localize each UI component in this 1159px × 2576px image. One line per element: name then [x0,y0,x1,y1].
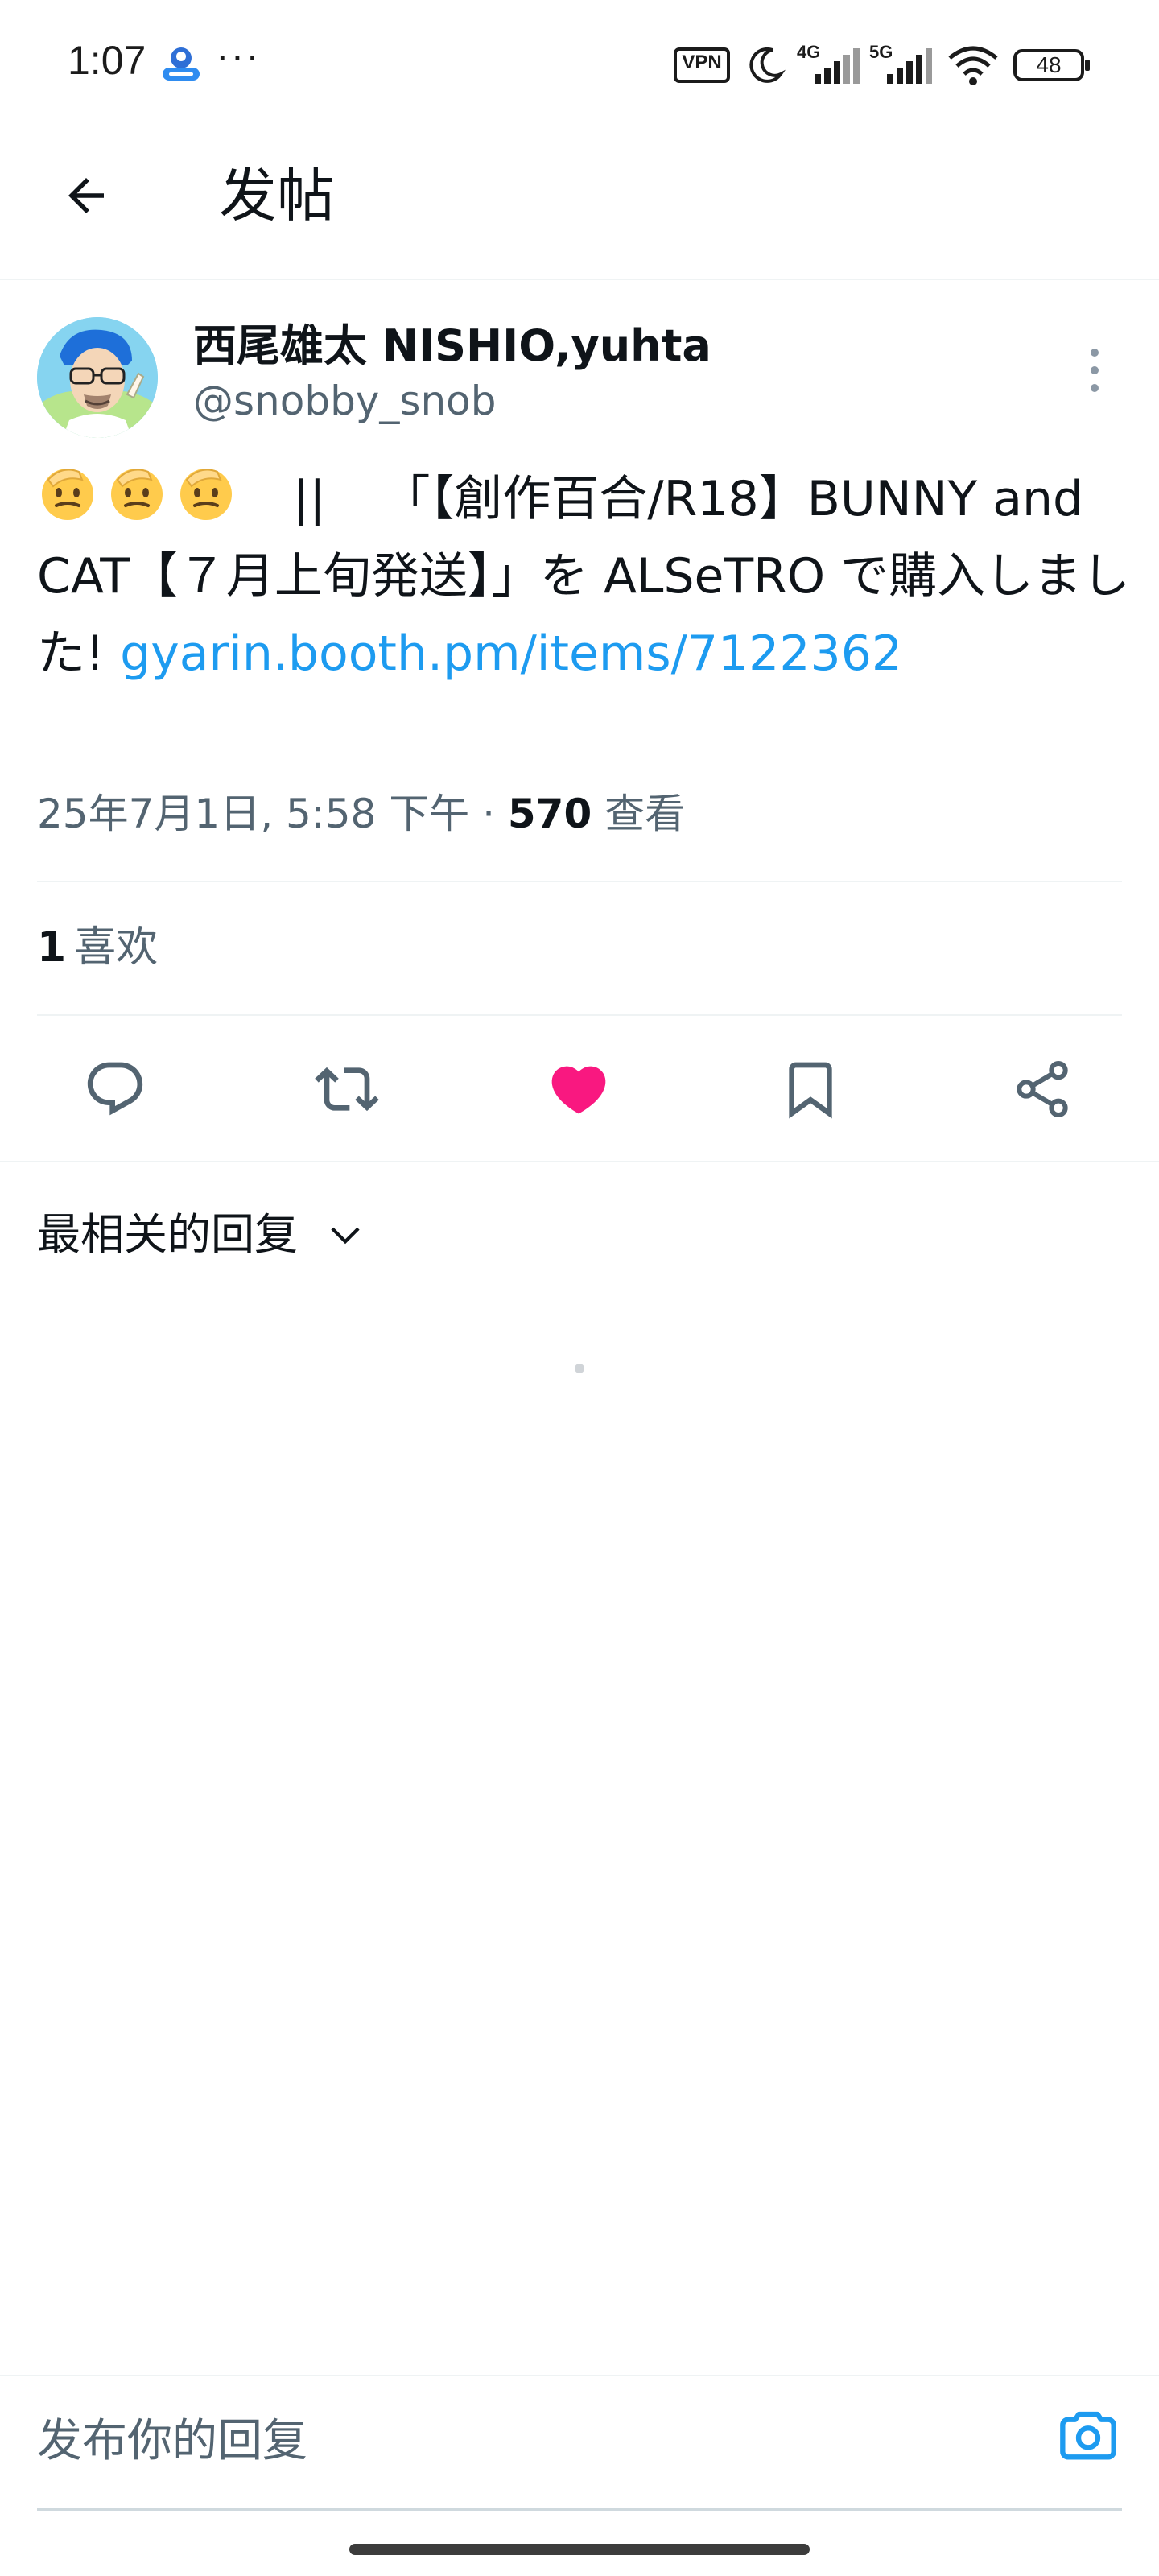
saluting-face-emoji [42,469,93,520]
cloud-app-icon [163,47,200,80]
do-not-disturb-icon [749,47,782,83]
battery-level: 48 [1036,52,1062,77]
avatar[interactable] [37,317,158,438]
saluting-face-emoji [180,469,232,520]
wifi-icon [948,46,998,85]
likes-label: 喜欢 [74,923,159,972]
likes-count: 1 [37,923,67,972]
signal-5g-icon: 5G [869,42,934,89]
action-bar [0,1016,1159,1161]
more-dot [1091,384,1099,392]
loading-indicator [575,1364,584,1373]
reply-input[interactable] [37,2401,987,2481]
more-dot [1091,349,1099,357]
views-label: 查看 [592,791,686,837]
camera-icon [1060,2411,1116,2460]
battery-icon: 48 [1013,42,1093,89]
status-bar: 1:07 ··· VPN 4G 5G 48 [0,0,1159,129]
author-name[interactable]: 西尾雄太 NISHIO,yuhta [193,320,711,372]
vpn-label: VPN [682,52,722,73]
saluting-face-emoji [111,469,163,520]
bookmark-icon [789,1062,832,1119]
more-dot [1091,366,1099,374]
author-handle[interactable]: @snobby_snob [193,375,496,427]
arrow-left-icon [68,178,104,213]
vpn-badge: VPN [673,42,731,89]
camera-button[interactable] [1054,2401,1122,2468]
more-options-button[interactable] [1079,338,1111,402]
reply-bar [0,2375,1159,2505]
divider [37,881,1122,882]
views-count[interactable]: 570 [508,791,592,837]
reply-icon [87,1062,143,1116]
bookmark-button[interactable] [774,1053,847,1125]
post-link[interactable]: gyarin.booth.pm/items/7122362 [120,625,902,682]
post-text: || 「【創作百合/R18】BUNNY and CAT【７月上旬発送】」を ALS… [37,460,1132,692]
post-meta: 25年7月1日, 5:58 下午 · 570 查看 [37,786,685,842]
replies-sort-dropdown[interactable]: 最相关的回复 [37,1203,365,1267]
like-button[interactable] [542,1053,615,1125]
signal-4g-icon: 4G [797,42,861,89]
reply-button[interactable] [79,1053,151,1125]
likes-row[interactable]: 1 喜欢 [37,919,158,976]
repost-icon [315,1067,379,1112]
text-separator: || [293,471,326,527]
share-button[interactable] [1006,1053,1079,1125]
avatar-illustration [37,317,158,438]
share-icon [1017,1061,1068,1117]
status-time: 1:07 [68,38,146,83]
heart-icon [551,1066,606,1114]
reply-input-underline [37,2508,1122,2511]
top-nav-bar: 发帖 [0,129,1159,280]
page-title: 发帖 [219,162,336,229]
repost-button[interactable] [311,1053,383,1125]
emoji-group [37,462,237,523]
chevron-down-icon [331,1227,360,1245]
back-button[interactable] [52,161,121,230]
home-indicator[interactable] [349,2544,810,2555]
replies-sort-label: 最相关的回复 [37,1209,298,1260]
status-overflow-dots: ··· [216,33,261,78]
divider [0,1161,1159,1162]
post-timestamp: 25年7月1日, 5:58 下午 · [37,791,508,837]
